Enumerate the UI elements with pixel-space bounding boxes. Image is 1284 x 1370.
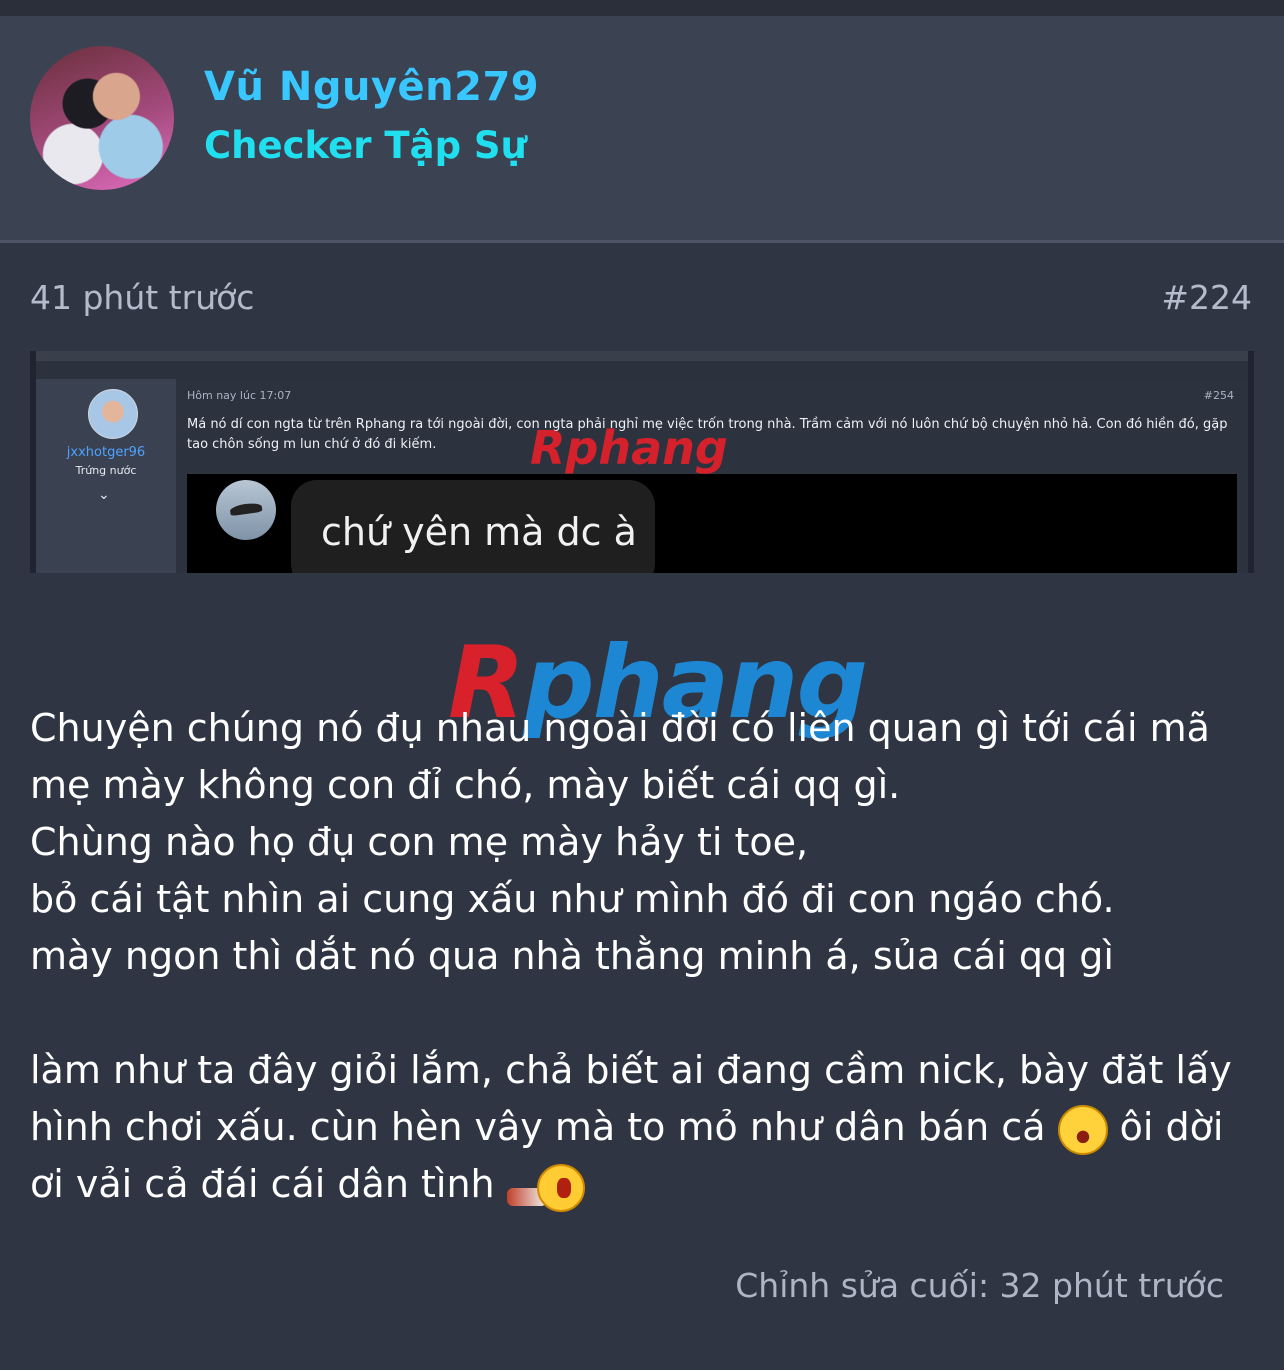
post-line: mày ngon thì dắt nó qua nhà thằng minh á… bbox=[30, 934, 1114, 978]
shouting-emoji-icon bbox=[506, 1162, 591, 1212]
embed-watermark-text: Rphang bbox=[530, 421, 728, 475]
laughing-emoji-icon bbox=[1057, 1104, 1108, 1155]
embed-post-time: Hôm nay lúc 17:07 bbox=[187, 389, 292, 402]
post-time[interactable]: 41 phút trước bbox=[30, 278, 254, 317]
embed-right-border bbox=[1248, 351, 1254, 573]
post-paragraph: làm như ta đây giỏi lắm, chả biết ai đan… bbox=[30, 1042, 1260, 1213]
top-strip bbox=[0, 0, 1284, 16]
post-line: Chuyện chúng nó đụ nhau ngoài đời có liê… bbox=[30, 706, 1210, 807]
embedded-screenshot[interactable]: jxxhotger96 Trứng nước ⌄ Hôm nay lúc 17:… bbox=[30, 351, 1254, 573]
embed-user-panel: jxxhotger96 Trứng nước ⌄ bbox=[36, 379, 176, 573]
user-avatar[interactable] bbox=[30, 46, 174, 190]
post-line: Chùng nào họ đụ con mẹ mày hảy ti toe, bbox=[30, 820, 809, 864]
post-body: Chuyện chúng nó đụ nhau ngoài đời có liê… bbox=[30, 700, 1260, 1213]
last-edited-note: Chỉnh sửa cuối: 32 phút trước bbox=[735, 1266, 1224, 1305]
embed-user-title: Trứng nước bbox=[75, 464, 137, 477]
chat-bubble: chứ yên mà dc à bbox=[291, 480, 655, 573]
embed-username: jxxhotger96 bbox=[66, 445, 146, 460]
embed-post-number: #254 bbox=[1203, 389, 1234, 402]
embed-top-bar bbox=[30, 351, 1254, 361]
post-author-header: Vũ Nguyên279 Checker Tập Sự bbox=[0, 16, 1284, 243]
chevron-down-icon: ⌄ bbox=[98, 487, 110, 503]
embed-post-content: Hôm nay lúc 17:07 #254 Má nó dí con ngta… bbox=[176, 379, 1248, 573]
username-link[interactable]: Vũ Nguyên279 bbox=[204, 64, 539, 110]
chat-bubble-text: chứ yên mà dc à bbox=[321, 510, 637, 554]
user-title: Checker Tập Sự bbox=[204, 124, 527, 167]
embed-chat-image: chứ yên mà dc à bbox=[187, 474, 1237, 573]
embed-watermark: Rphang bbox=[530, 421, 728, 475]
post-line: bỏ cái tật nhìn ai cung xấu như mình đó … bbox=[30, 877, 1115, 921]
embed-avatar bbox=[88, 389, 138, 439]
eagle-avatar-icon bbox=[216, 480, 276, 540]
post-number[interactable]: #224 bbox=[1161, 278, 1252, 317]
post-text: làm như ta đây giỏi lắm, chả biết ai đan… bbox=[30, 1048, 1232, 1149]
